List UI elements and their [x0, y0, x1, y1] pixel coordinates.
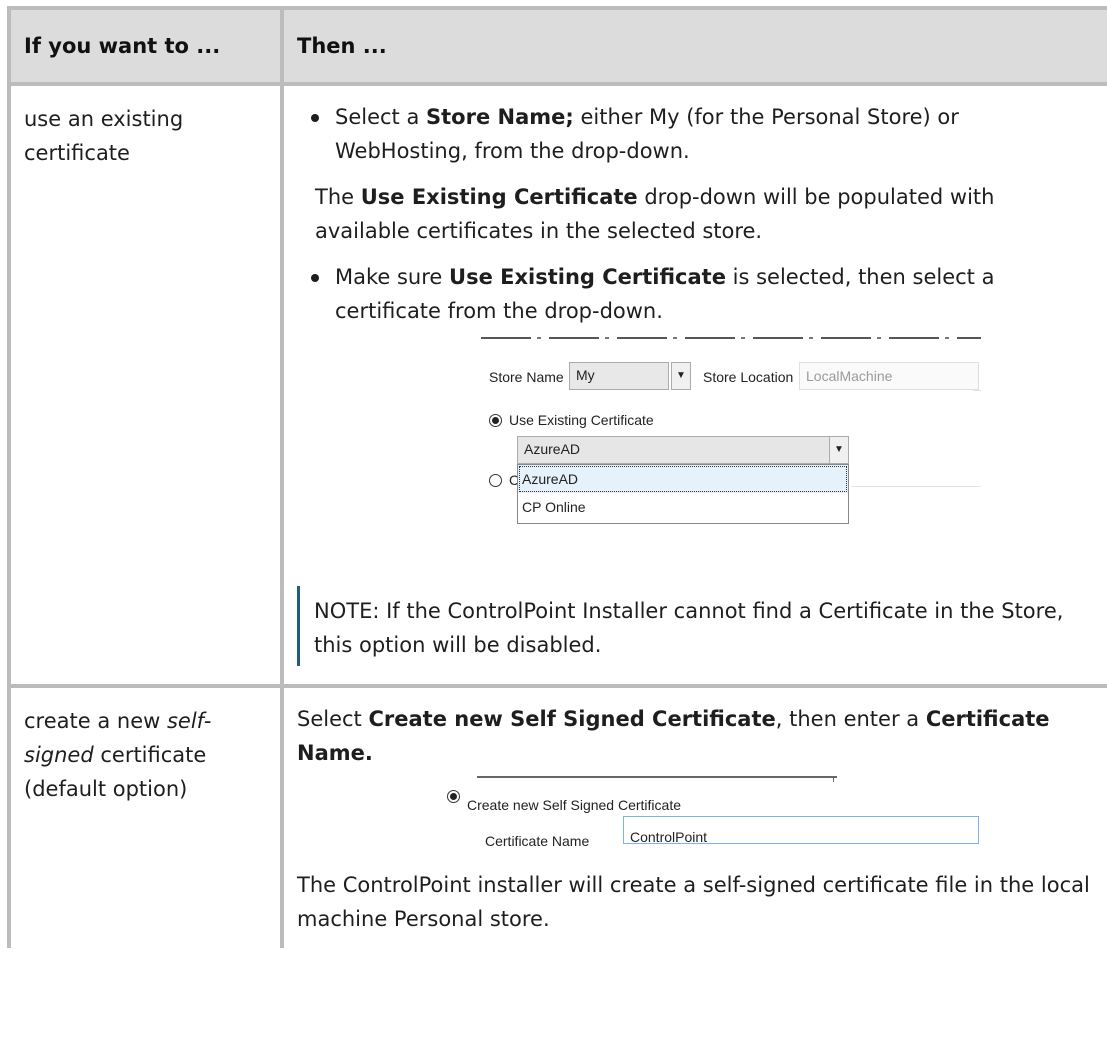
bold-text: Store Name; — [426, 105, 574, 129]
steps-list: Make sure Use Existing Certificate is se… — [297, 260, 1094, 328]
paragraph: Select Create new Self Signed Certificat… — [297, 707, 1050, 765]
create-new-radio[interactable] — [489, 474, 502, 487]
certificate-name-input[interactable]: ControlPoint — [623, 816, 979, 845]
chevron-down-icon[interactable]: ▼ — [829, 436, 849, 464]
certificate-name-label: Certificate Name — [485, 833, 590, 849]
row-existing-certificate-left: use an existing certificate — [7, 82, 284, 688]
store-location-field: LocalMachine — [799, 362, 979, 390]
certificate-select[interactable]: AzureAD — [517, 436, 849, 464]
dropdown-option-azuread[interactable]: AzureAD — [518, 465, 848, 493]
paragraph: The Use Existing Certificate drop-down w… — [315, 185, 995, 243]
chevron-down-icon[interactable]: ▼ — [671, 362, 691, 390]
use-existing-label: Use Existing Certificate — [509, 412, 654, 428]
use-existing-radio[interactable] — [489, 414, 502, 427]
row-existing-certificate-right: Select a Store Name; either My (for the … — [280, 82, 1107, 688]
table-header-row: If you want to ... Then ... — [7, 6, 1107, 86]
dropdown-option-cp-online[interactable]: CP Online — [518, 493, 848, 521]
text: Select a — [335, 105, 427, 129]
create-new-radio[interactable] — [447, 790, 460, 803]
row-label: create a new self-signed certificate (de… — [24, 709, 212, 801]
cropped-heading-edge — [481, 336, 981, 340]
row-self-signed-left: create a new self-signed certificate (de… — [7, 684, 284, 948]
list-item: Select a Store Name; either My (for the … — [311, 100, 1094, 168]
store-name-label: Store Name — [489, 369, 564, 385]
table-row: create a new self-signed certificate (de… — [7, 684, 1107, 948]
store-settings-screenshot: Store Name My ▼ Store Location LocalMach… — [473, 336, 993, 568]
options-table: If you want to ... Then ... use an exist… — [7, 6, 1107, 948]
store-name-select[interactable]: My — [569, 362, 669, 390]
list-item: Make sure Use Existing Certificate is se… — [311, 260, 1094, 328]
self-signed-screenshot: Create new Self Signed Certificate Certi… — [427, 776, 997, 856]
store-location-label: Store Location — [703, 369, 794, 385]
header-if-you-want-to: If you want to ... — [7, 6, 284, 86]
note-callout: NOTE: If the ControlPoint Installer cann… — [297, 586, 1094, 666]
row-label: use an existing certificate — [24, 107, 184, 165]
header-then: Then ... — [280, 6, 1107, 86]
paragraph: The ControlPoint installer will create a… — [297, 873, 1090, 931]
certificate-dropdown-list[interactable]: AzureAD CP Online — [517, 464, 849, 524]
steps-list: Select a Store Name; either My (for the … — [297, 100, 1094, 168]
row-self-signed-right: Select Create new Self Signed Certificat… — [280, 684, 1107, 948]
table-row: use an existing certificate Select a Sto… — [7, 82, 1107, 688]
